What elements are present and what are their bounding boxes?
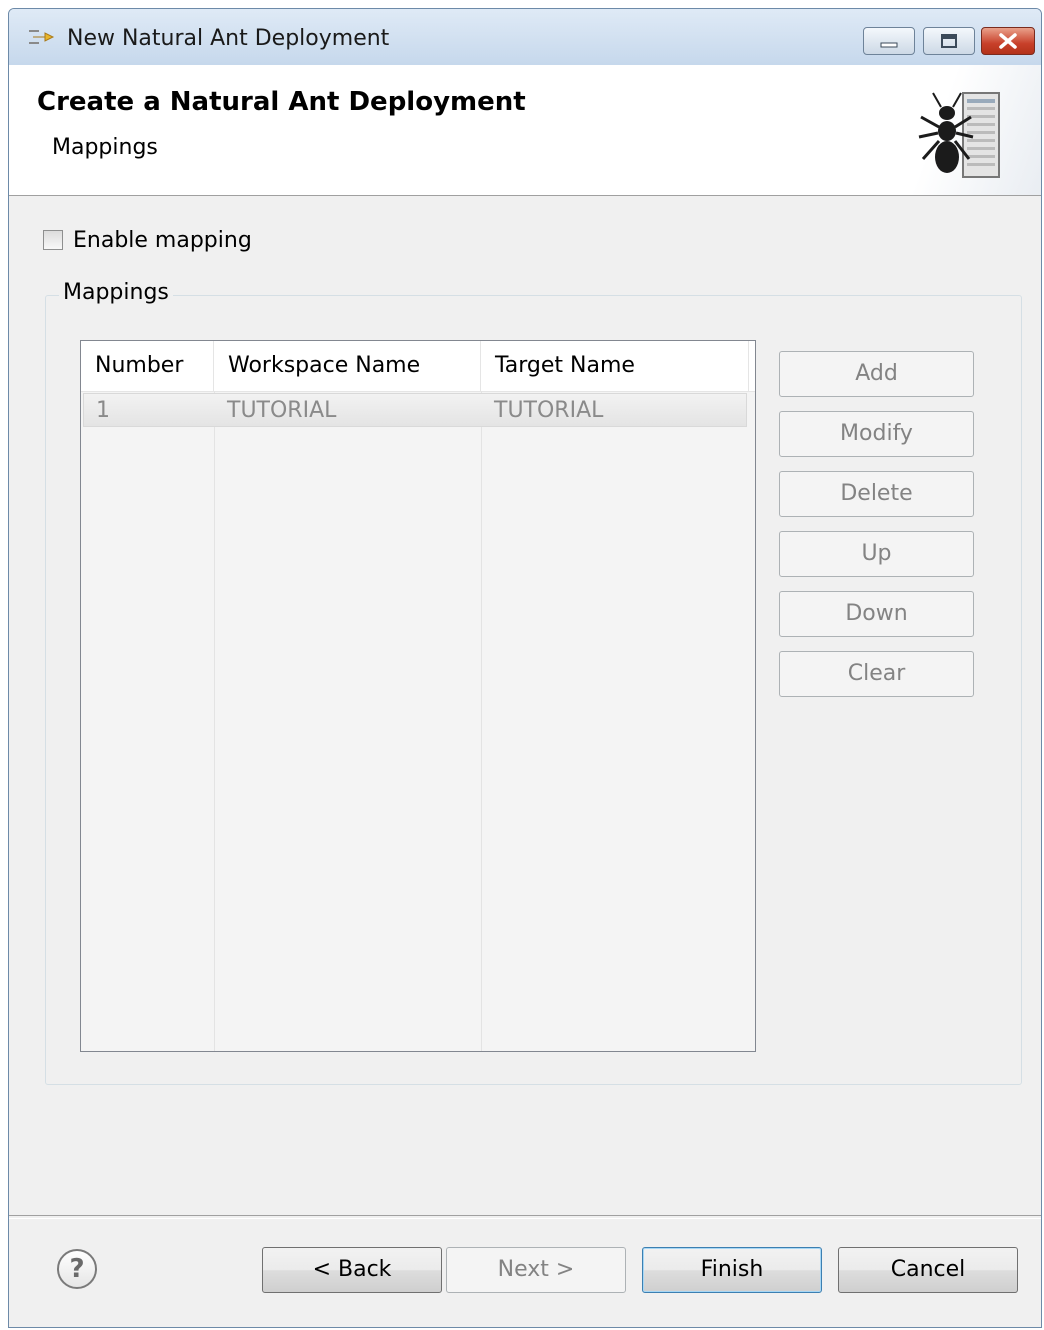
modify-button[interactable]: Modify — [779, 411, 974, 457]
maximize-icon — [941, 34, 957, 48]
clear-button[interactable]: Clear — [779, 651, 974, 697]
cell-target-name: TUTORIAL — [494, 398, 604, 423]
enable-mapping-row[interactable]: Enable mapping — [43, 225, 252, 255]
enable-mapping-label: Enable mapping — [73, 227, 252, 253]
ant-server-icon — [918, 92, 1000, 178]
column-header-number[interactable]: Number — [81, 341, 214, 391]
mappings-group-label: Mappings — [59, 280, 173, 305]
deploy-arrow-icon — [29, 30, 55, 44]
minimize-button[interactable] — [863, 27, 915, 55]
wizard-window: New Natural Ant Deployment Create a Natu… — [8, 8, 1042, 1328]
help-icon[interactable]: ? — [57, 1249, 97, 1289]
back-button[interactable]: < Back — [262, 1247, 442, 1293]
cell-workspace-name: TUTORIAL — [227, 398, 337, 423]
add-button[interactable]: Add — [779, 351, 974, 397]
window-title: New Natural Ant Deployment — [67, 26, 390, 51]
column-divider — [481, 391, 482, 1051]
column-divider — [214, 391, 215, 1051]
mappings-table[interactable]: Number Workspace Name Target Name 1 TUTO… — [80, 340, 756, 1052]
finish-button[interactable]: Finish — [642, 1247, 822, 1293]
maximize-button[interactable] — [923, 27, 975, 55]
column-header-target-name[interactable]: Target Name — [481, 341, 749, 391]
up-button[interactable]: Up — [779, 531, 974, 577]
delete-button[interactable]: Delete — [779, 471, 974, 517]
page-subtitle: Mappings — [52, 135, 158, 160]
cell-number: 1 — [96, 398, 110, 423]
table-row[interactable]: 1 TUTORIAL TUTORIAL — [83, 393, 747, 427]
down-button[interactable]: Down — [779, 591, 974, 637]
close-icon — [999, 33, 1017, 49]
next-button[interactable]: Next > — [446, 1247, 626, 1293]
footer-separator — [9, 1215, 1041, 1219]
table-header: Number Workspace Name Target Name — [81, 341, 755, 392]
enable-mapping-checkbox[interactable] — [43, 230, 63, 250]
title-bar: New Natural Ant Deployment — [9, 9, 1041, 66]
wizard-header: Create a Natural Ant Deployment Mappings — [9, 65, 1041, 196]
close-button[interactable] — [981, 27, 1035, 55]
page-title: Create a Natural Ant Deployment — [37, 87, 526, 117]
column-header-workspace-name[interactable]: Workspace Name — [214, 341, 481, 391]
cancel-button[interactable]: Cancel — [838, 1247, 1018, 1293]
minimize-icon — [880, 42, 898, 48]
